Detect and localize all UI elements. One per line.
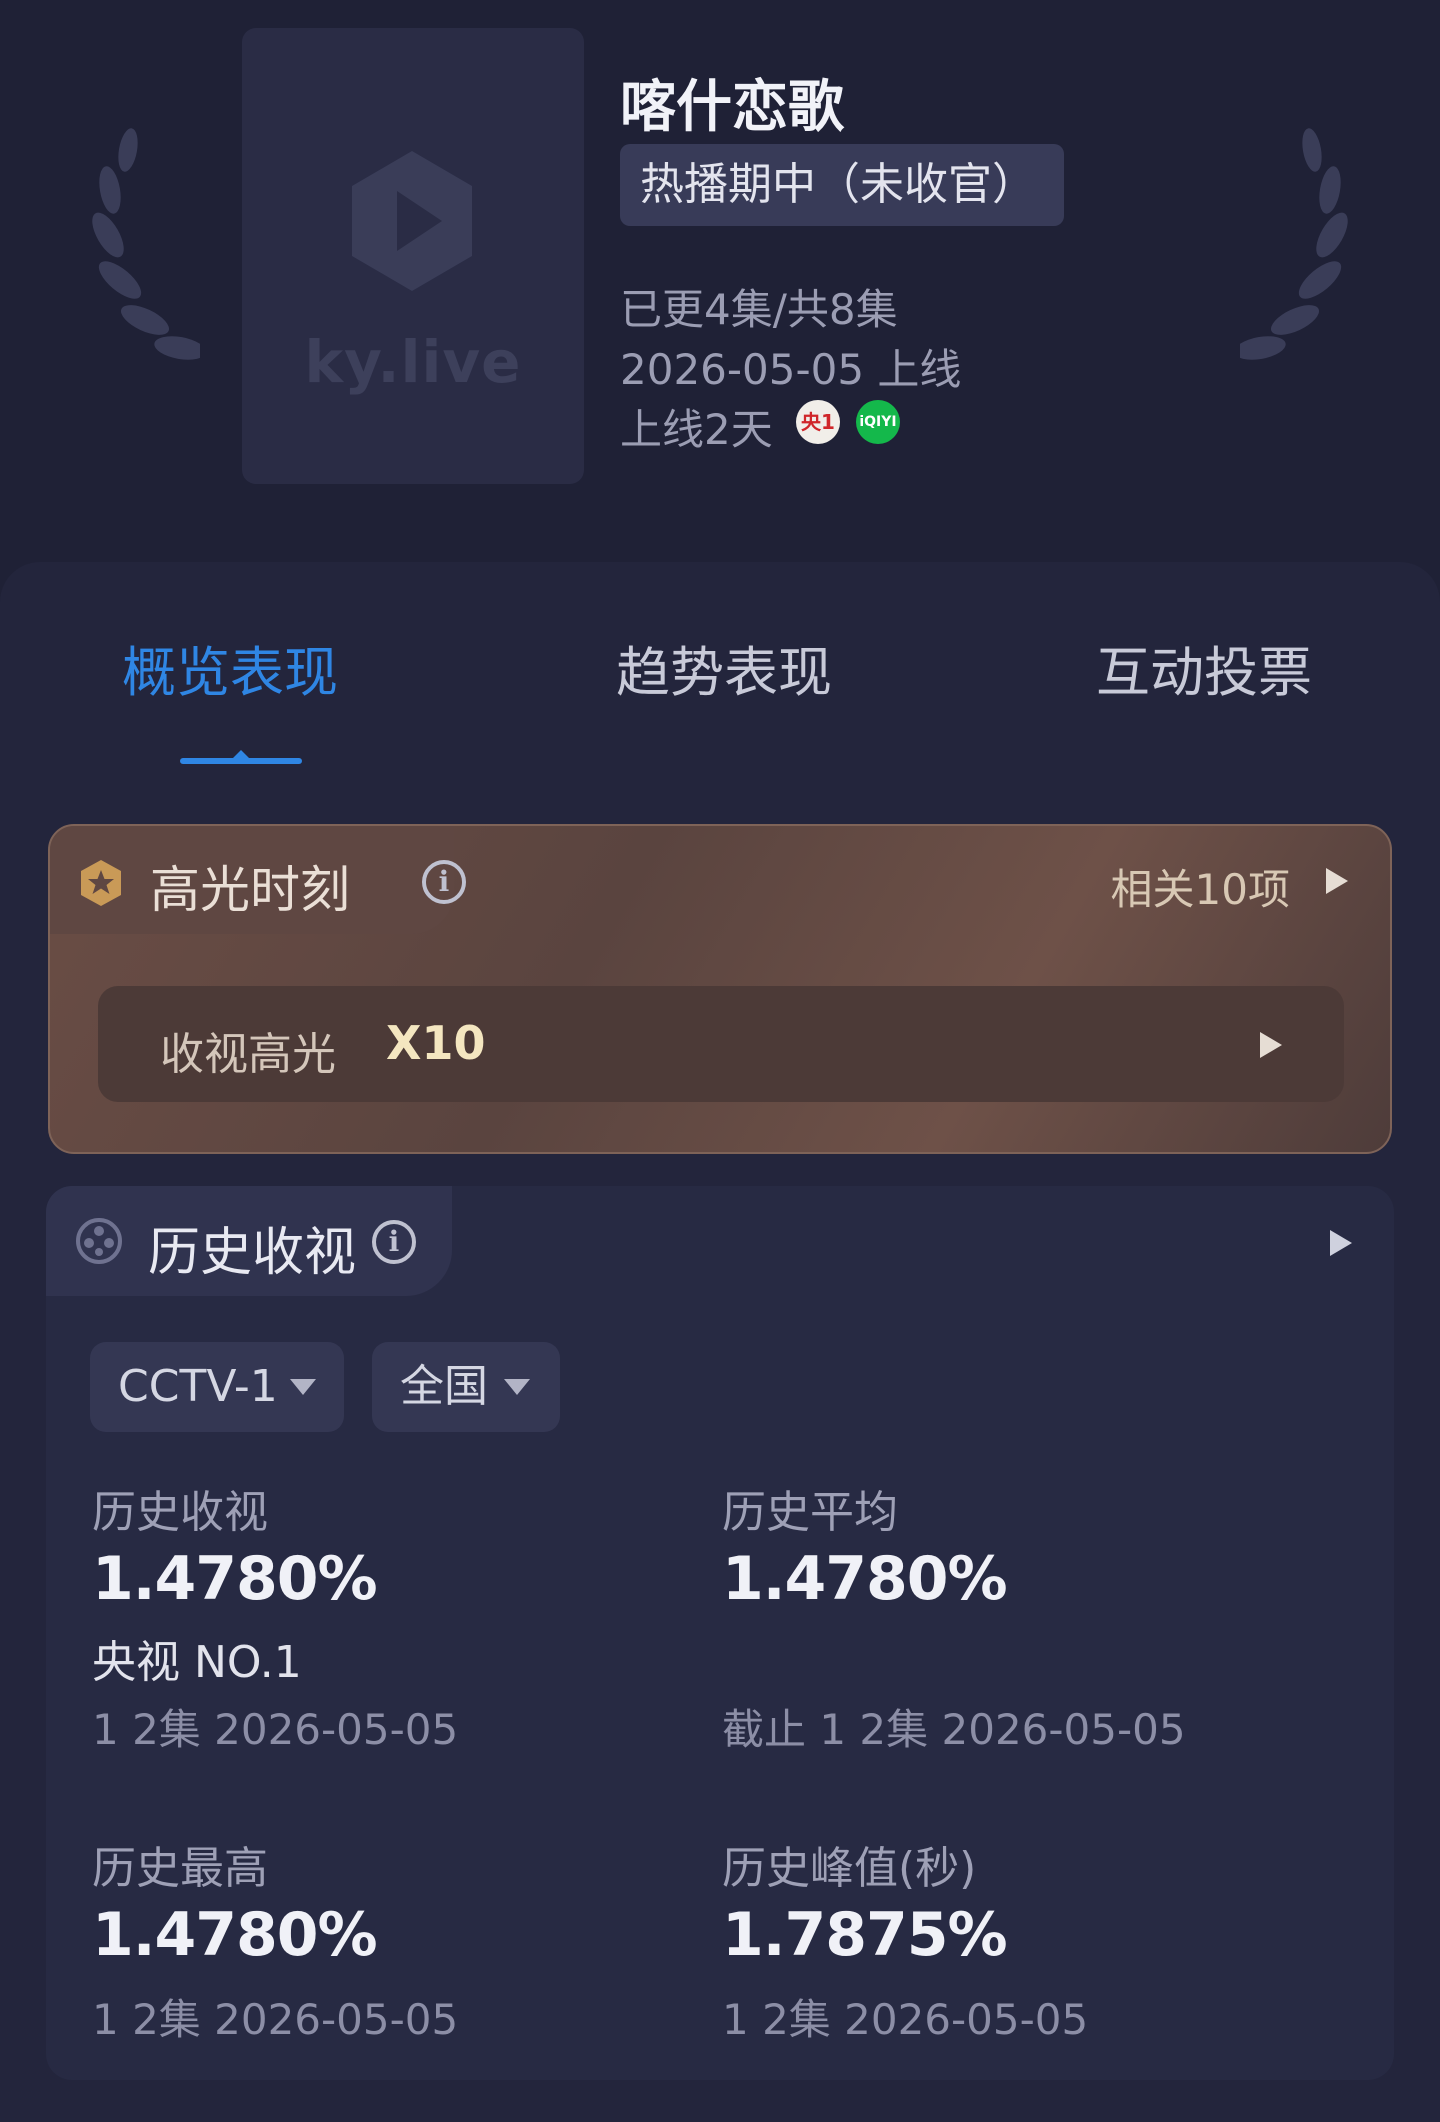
history-card: 历史收视 i CCTV-1 全国 历史收视 1.4780% 央视 NO.1 1 …: [46, 1186, 1394, 2080]
history-avg-value: 1.4780%: [722, 1544, 1008, 1614]
iqiyi-icon: iQIYI: [856, 400, 900, 444]
laurel-left-icon: [80, 120, 206, 380]
poster-brand-text: ky.live: [304, 328, 522, 396]
highlight-header: 高光时刻 i: [50, 826, 466, 934]
status-badge: 热播期中（未收官）: [620, 144, 1064, 226]
tab-overview[interactable]: 概览表现: [122, 628, 338, 707]
region-dropdown-value: 全国: [400, 1361, 488, 1412]
highlight-card: 高光时刻 i 相关10项 收视高光 X10: [48, 824, 1392, 1154]
highlight-row-arrow-icon: [1260, 1032, 1282, 1058]
history-rating-date: 1 2集 2026-05-05: [92, 1705, 459, 1754]
highlight-related-link[interactable]: 相关10项: [1111, 856, 1290, 917]
history-peak-label: 历史峰值(秒): [722, 1843, 977, 1894]
history-avg-date: 截止 1 2集 2026-05-05: [722, 1705, 1186, 1754]
cctv1-icon: 央1: [796, 400, 840, 444]
chevron-down-icon: [504, 1379, 530, 1395]
region-dropdown[interactable]: 全国: [372, 1342, 560, 1432]
highlight-title: 高光时刻: [150, 861, 350, 919]
history-peak-value: 1.7875%: [722, 1900, 1008, 1970]
highlight-row-value: X10: [386, 1016, 486, 1070]
tab-vote[interactable]: 互动投票: [1096, 628, 1312, 707]
tab-trend[interactable]: 趋势表现: [616, 628, 832, 707]
channel-dropdown-value: CCTV-1: [118, 1361, 278, 1412]
highlight-info-icon[interactable]: i: [422, 860, 466, 904]
history-rating-label: 历史收视: [92, 1487, 268, 1538]
history-max-label: 历史最高: [92, 1843, 268, 1894]
history-title: 历史收视: [148, 1223, 357, 1283]
highlight-row[interactable]: 收视高光 X10: [98, 986, 1344, 1102]
history-max-date: 1 2集 2026-05-05: [92, 1995, 459, 2044]
laurel-right-icon: [1234, 120, 1360, 380]
highlight-related-arrow-icon[interactable]: [1326, 868, 1348, 894]
film-reel-icon: [76, 1218, 122, 1264]
history-avg-label: 历史平均: [722, 1487, 898, 1538]
show-title: 喀什恋歌: [620, 75, 844, 140]
history-more-arrow-icon[interactable]: [1330, 1230, 1352, 1256]
active-tab-indicator: [180, 750, 302, 764]
episode-count: 已更4集/共8集: [620, 285, 898, 334]
play-logo-icon: [352, 151, 472, 291]
history-rating-value: 1.4780%: [92, 1544, 378, 1614]
chevron-down-icon: [290, 1379, 316, 1395]
history-info-icon[interactable]: i: [372, 1220, 416, 1264]
channel-dropdown[interactable]: CCTV-1: [90, 1342, 344, 1432]
highlight-row-label: 收视高光: [160, 1029, 336, 1080]
history-max-value: 1.4780%: [92, 1900, 378, 1970]
release-date: 2026-05-05 上线: [620, 345, 962, 394]
star-badge-icon: [81, 860, 121, 906]
online-days: 上线2天: [620, 405, 773, 454]
history-rating-rank: 央视 NO.1: [92, 1637, 302, 1688]
history-header: 历史收视 i: [46, 1186, 452, 1296]
show-poster[interactable]: ky.live: [242, 28, 584, 484]
history-peak-date: 1 2集 2026-05-05: [722, 1995, 1089, 2044]
